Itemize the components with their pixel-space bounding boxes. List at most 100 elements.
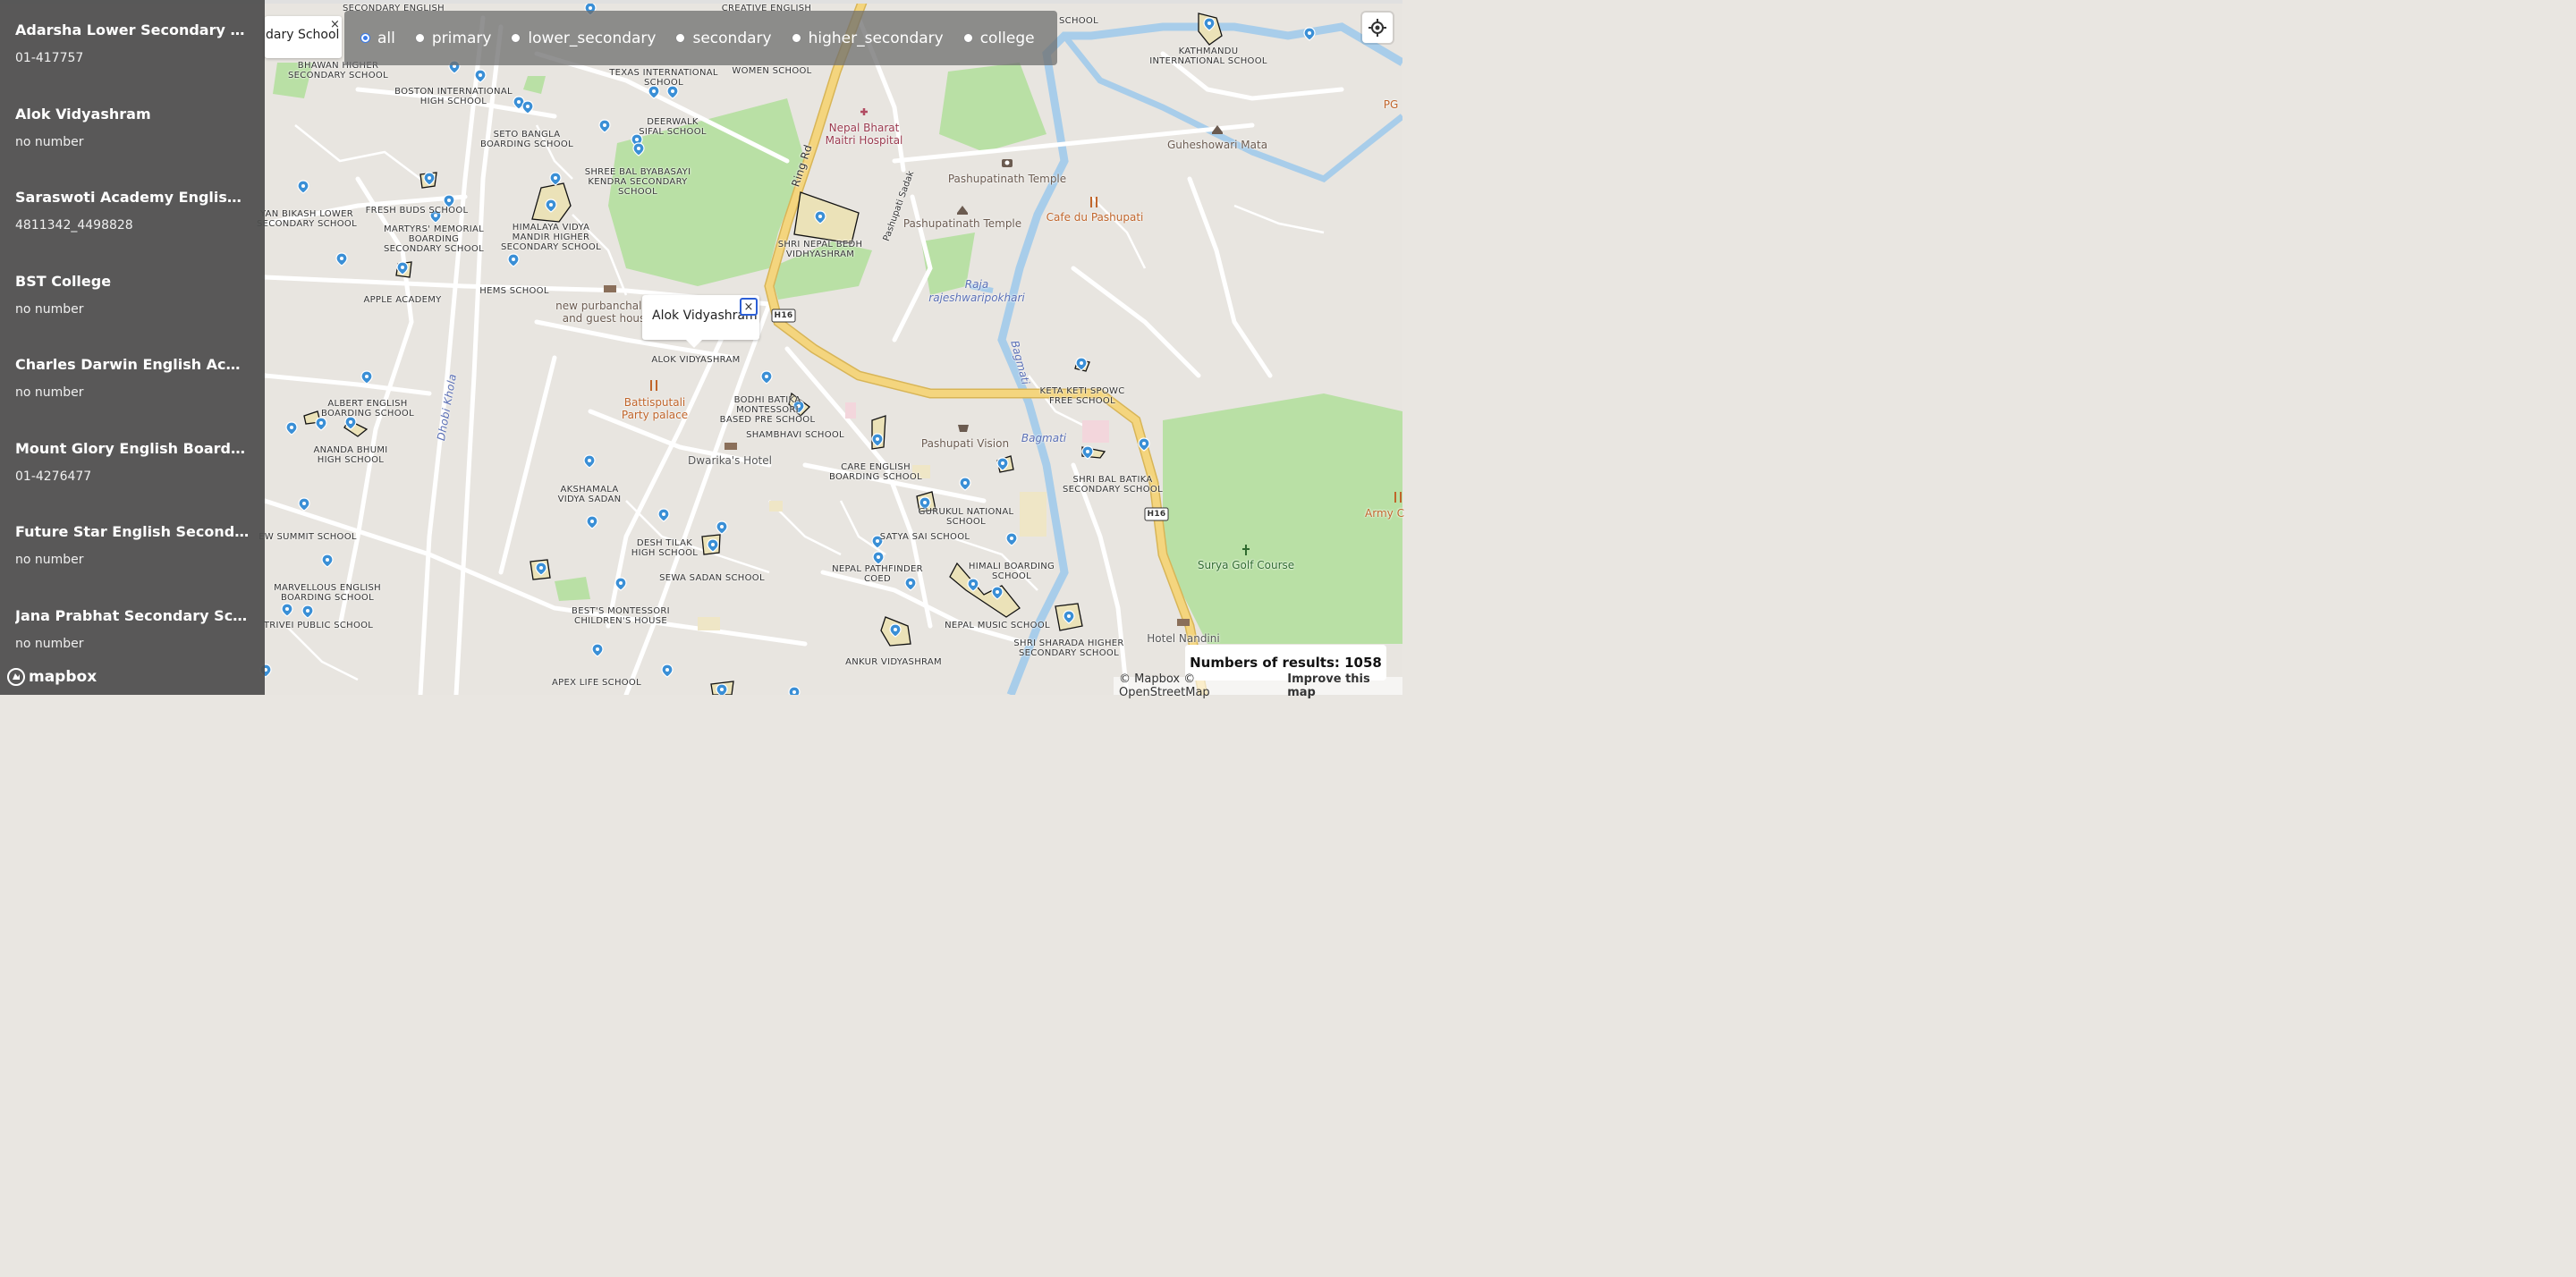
lodging-icon (604, 285, 616, 292)
school-phone: 01-417757 (15, 51, 84, 65)
golf-icon (1242, 545, 1250, 555)
school-popup[interactable]: dary School × (265, 16, 342, 58)
hospital-icon (860, 108, 868, 115)
radio-icon[interactable] (791, 33, 801, 43)
school-popup[interactable]: Alok Vidyashram × (642, 295, 759, 340)
school-list-item[interactable]: Saraswoti Academy English School 4811342… (0, 167, 265, 251)
map-attribution: © Mapbox © OpenStreetMap Improve this ma… (1114, 672, 1402, 699)
map-label: APPLE ACADEMY (363, 295, 442, 305)
improve-map-link[interactable]: Improve this map (1287, 672, 1397, 699)
school-list-item[interactable]: Jana Prabhat Secondary School no number (0, 586, 265, 670)
mapbox-icon (7, 668, 25, 686)
map-label: ALOK VIDYASHRAM (651, 355, 741, 365)
filter-option-lower-secondary[interactable]: lower_secondary (511, 30, 656, 47)
map-label: HIMALI BOARDING SCHOOL (968, 562, 1055, 581)
lodging-icon (724, 443, 737, 450)
map-label: AKSHAMALA VIDYA SADAN (557, 485, 622, 504)
school-list-sidebar[interactable]: Adarsha Lower Secondary School 01-417757… (0, 0, 265, 695)
map-label: SHRI BAL BATIKA SECONDARY SCHOOL (1063, 475, 1163, 495)
temple-icon (957, 206, 968, 215)
map-label: APEX LIFE SCHOOL (552, 678, 641, 688)
geolocate-button[interactable] (1362, 13, 1393, 43)
school-name: Future Star English Secondary School (15, 523, 250, 540)
map-label: ANKUR VIDYASHRAM (845, 657, 942, 667)
lodging-label: new purbanchal h and guest hous (555, 300, 652, 325)
hotel-label: Dwarika's Hotel (688, 454, 772, 467)
school-name: Charles Darwin English Academy (15, 356, 250, 373)
filter-option-label: lower_secondary (528, 29, 657, 47)
map-label: SHREE BAL BYABASAYI KENDRA SECONDARY SCH… (584, 167, 691, 197)
map-label: SCHOOL (1059, 16, 1098, 26)
map-label: BOSTON INTERNATIONAL HIGH SCHOOL (394, 87, 513, 106)
map-label: MARTYRS' MEMORIAL BOARDING SECONDARY SCH… (384, 224, 484, 254)
school-phone: 01-4276477 (15, 469, 92, 484)
map-label: SHAMBHAVI SCHOOL (746, 430, 844, 440)
school-type-filter[interactable]: all primary lower_secondary secondary hi… (344, 11, 1057, 65)
filter-option-college[interactable]: college (962, 30, 1035, 47)
filter-option-label: secondary (692, 29, 772, 47)
filter-option-all[interactable]: all (360, 30, 395, 47)
golf-label: Surya Golf Course (1197, 559, 1295, 571)
venue-label: PG (1383, 98, 1399, 111)
radio-icon[interactable] (360, 33, 370, 43)
filter-option-secondary[interactable]: secondary (675, 29, 772, 47)
map-label: SATYA SAI SCHOOL (879, 532, 970, 542)
map-label: TRIVEI PUBLIC SCHOOL (263, 621, 374, 630)
shop-label: Pashupati Vision (920, 437, 1010, 450)
filter-option-label: all (377, 29, 395, 47)
filter-option-label: higher_secondary (808, 29, 944, 47)
map-label: KETA KETI SPOWC FREE SCHOOL (1039, 386, 1125, 406)
map-label: ANANDA BHUMI HIGH SCHOOL (313, 445, 388, 465)
cafe-label: Cafe du Pashupati (1046, 211, 1144, 224)
school-list-item[interactable]: Charles Darwin English Academy no number (0, 334, 265, 419)
venue-label: Army C (1365, 507, 1404, 520)
filter-option-higher-secondary[interactable]: higher_secondary (791, 29, 944, 47)
map-label: SHRI NEPAL BEDH VIDHYASHRAM (777, 240, 863, 259)
highway-label: H16 (774, 311, 793, 320)
school-list-item[interactable]: BST College no number (0, 251, 265, 335)
map-label: YAN BIKASH LOWER SECONDARY SCHOOL (257, 209, 357, 229)
school-phone: 4811342_4498828 (15, 218, 133, 233)
popup-close-button[interactable]: × (330, 18, 340, 31)
school-list-item[interactable]: Mount Glory English Boarding School 01-4… (0, 419, 265, 503)
map-label: SEWA SADAN SCHOOL (659, 573, 765, 583)
map-label: CARE ENGLISH BOARDING SCHOOL (829, 462, 922, 482)
map-label: DESH TILAK HIGH SCHOOL (631, 538, 699, 558)
popup-close-button[interactable]: × (740, 298, 758, 316)
radio-icon[interactable] (962, 33, 973, 43)
mapbox-logo[interactable]: mapbox (7, 668, 97, 686)
map-label: WOMEN SCHOOL (732, 66, 812, 76)
filter-option-label: primary (431, 29, 492, 47)
restaurant-icon (650, 380, 657, 391)
map-label: SETO BANGLA BOARDING SCHOOL (480, 130, 573, 149)
school-list-item[interactable]: Alok Vidyashram no number (0, 84, 265, 168)
attribution-text[interactable]: © Mapbox © OpenStreetMap (1119, 672, 1282, 699)
school-list-item[interactable]: Future Star English Secondary School no … (0, 502, 265, 586)
temple-icon (1212, 125, 1223, 134)
lodging-icon (1177, 619, 1190, 626)
radio-icon[interactable] (414, 33, 425, 43)
hotel-label: Hotel Nandini (1147, 632, 1220, 645)
radio-icon[interactable] (675, 33, 686, 43)
school-name: Adarsha Lower Secondary School (15, 21, 250, 38)
map-label: GURUKUL NATIONAL SCHOOL (918, 507, 1014, 527)
school-name: Jana Prabhat Secondary School (15, 606, 250, 624)
school-phone: no number (15, 636, 84, 651)
school-name: BST College (15, 272, 112, 290)
map-label: DEERWALK SIFAL SCHOOL (639, 117, 707, 137)
map-label: KATHMANDU INTERNATIONAL SCHOOL (1149, 47, 1267, 66)
river-label: Bagmati (1021, 432, 1067, 444)
venue-label: Battisputali Party palace (621, 396, 689, 421)
filter-option-primary[interactable]: primary (414, 29, 492, 47)
pond-label: Raja rajeshwaripokhari (928, 278, 1025, 304)
map-label: ALBERT ENGLISH BOARDING SCHOOL (321, 399, 414, 419)
restaurant-icon (1090, 197, 1097, 207)
place-label: Guheshowari Mata (1166, 139, 1268, 151)
school-name: Alok Vidyashram (15, 105, 151, 123)
radio-icon[interactable] (511, 33, 521, 43)
school-list-item[interactable]: Adarsha Lower Secondary School 01-417757 (0, 0, 265, 84)
map-label: HEMS SCHOOL (479, 286, 549, 296)
crosshair-icon (1368, 19, 1386, 37)
map-label: BODHI BATIKA MONTESSORI BASED PRE SCHOOL (719, 395, 816, 425)
popup-tip (685, 339, 703, 348)
